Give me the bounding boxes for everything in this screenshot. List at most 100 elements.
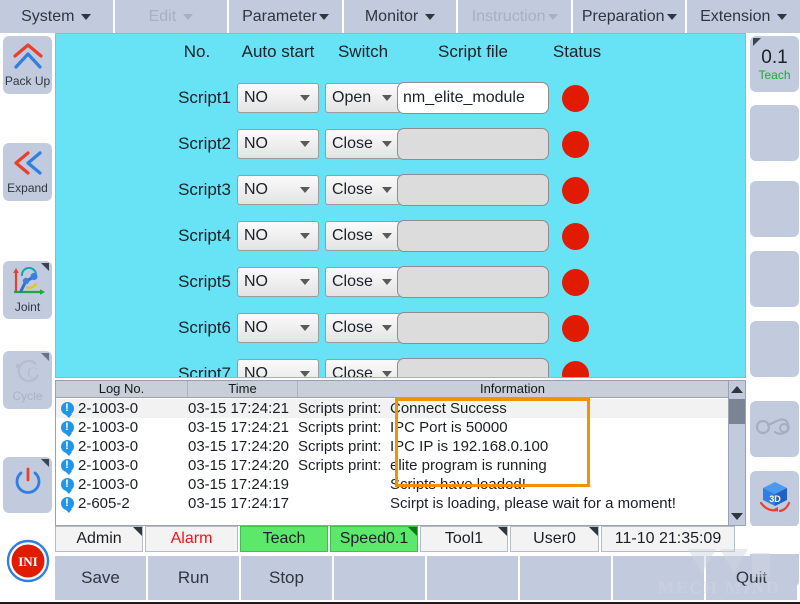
status-indicator-lamp — [562, 177, 589, 204]
chevron-down-icon — [81, 14, 91, 20]
auto-start-select[interactable]: NO — [237, 83, 319, 113]
log-cell-time: 03-15 17:24:21 — [188, 419, 298, 436]
sidebar-item-teach-speed[interactable]: 0.1 Teach — [750, 36, 799, 92]
switch-select[interactable]: Close — [325, 359, 401, 378]
auto-start-select[interactable]: NO — [237, 359, 319, 378]
chevron-down-icon — [667, 14, 677, 20]
3d-view-icon: 3D — [755, 479, 795, 520]
log-cell-time: 03-15 17:24:19 — [188, 476, 298, 493]
switch-select-value: Close — [332, 181, 382, 199]
sidebar-item-cycle[interactable]: C Cycle — [3, 351, 52, 409]
sidebar-item-right-5[interactable] — [750, 321, 799, 377]
log-row[interactable]: !2-1003-003-15 17:24:20Scripts print:eli… — [56, 456, 728, 475]
script-file-input[interactable] — [397, 312, 549, 344]
script-file-input[interactable] — [397, 266, 549, 298]
column-header-status: Status — [537, 42, 617, 62]
sidebar-item-label: Joint — [15, 301, 40, 314]
log-severity-cell: ! — [56, 402, 78, 415]
script-table-header: No. Auto start Switch Script file Status — [56, 42, 746, 72]
log-row[interactable]: !2-1003-003-15 17:24:19Scripts have load… — [56, 475, 728, 494]
menu-item-label: Monitor — [365, 8, 418, 26]
button-empty-4[interactable] — [427, 556, 518, 600]
script-file-input[interactable] — [397, 358, 549, 378]
auto-start-select[interactable]: NO — [237, 221, 319, 251]
sidebar-item-right-3[interactable] — [750, 181, 799, 237]
button-run[interactable]: Run — [148, 556, 239, 600]
scroll-down-icon[interactable] — [729, 508, 745, 525]
log-row[interactable]: !2-1003-003-15 17:24:21Scripts print:Con… — [56, 399, 728, 418]
switch-select[interactable]: Close — [325, 267, 401, 297]
status-cell-alarm[interactable]: Alarm — [145, 526, 238, 552]
log-scrollbar[interactable] — [728, 381, 745, 525]
expand-icon — [11, 150, 45, 181]
auto-start-select[interactable]: NO — [237, 267, 319, 297]
joint-robot-icon — [10, 267, 46, 300]
button-empty-6[interactable] — [613, 556, 704, 600]
sidebar-item-teach-pendant[interactable] — [750, 401, 799, 457]
sidebar-item-right-4[interactable] — [750, 251, 799, 307]
script-row: Script2NOClose — [56, 121, 746, 167]
log-row[interactable]: !2-605-203-15 17:24:17Scirpt is loading,… — [56, 494, 728, 513]
auto-start-select[interactable]: NO — [237, 175, 319, 205]
info-icon: ! — [61, 478, 74, 491]
log-cell-prefix: Scripts print: — [298, 400, 390, 417]
switch-select[interactable]: Close — [325, 221, 401, 251]
script-file-input[interactable] — [397, 220, 549, 252]
status-cell-admin[interactable]: Admin — [55, 526, 143, 552]
column-header-script-file: Script file — [397, 42, 549, 62]
button-stop[interactable]: Stop — [241, 556, 332, 600]
scroll-up-icon[interactable] — [729, 381, 745, 398]
status-cell-11-10-21-35-09[interactable]: 11-10 21:35:09 — [601, 526, 735, 552]
button-save[interactable]: Save — [55, 556, 146, 600]
chevron-down-icon — [183, 14, 193, 20]
status-cell-speed0-1[interactable]: Speed0.1 — [330, 526, 418, 552]
scrollbar-thumb[interactable] — [729, 399, 745, 424]
menu-item-preparation[interactable]: Preparation — [573, 0, 688, 33]
switch-select[interactable]: Open — [325, 83, 401, 113]
button-empty-5[interactable] — [520, 556, 611, 600]
script-row-number: Script4 — [163, 226, 231, 246]
sidebar-item-label: Cycle — [12, 390, 42, 403]
script-file-input[interactable] — [397, 128, 549, 160]
log-row[interactable]: !2-1003-003-15 17:24:20Scripts print:IPC… — [56, 437, 728, 456]
sidebar-item-joint[interactable]: Joint — [3, 261, 52, 319]
script-file-input[interactable] — [397, 174, 549, 206]
menu-item-system[interactable]: System — [0, 0, 115, 33]
sidebar-item-ini[interactable]: INI — [3, 538, 52, 588]
status-cell-teach[interactable]: Teach — [240, 526, 328, 552]
menu-item-monitor[interactable]: Monitor — [344, 0, 459, 33]
button-quit[interactable]: Quit — [706, 556, 797, 600]
cycle-icon: C — [11, 358, 45, 389]
corner-marker-icon — [408, 527, 417, 536]
log-table-header: Log No. Time Information — [56, 381, 728, 398]
corner-marker-icon — [753, 38, 761, 46]
log-row[interactable]: !2-1003-003-15 17:24:21Scripts print:IPC… — [56, 418, 728, 437]
sidebar-item-power[interactable] — [3, 457, 52, 513]
corner-marker-icon — [498, 527, 507, 536]
menu-item-extension[interactable]: Extension — [687, 0, 800, 33]
script-configuration-panel: No. Auto start Switch Script file Status… — [55, 33, 746, 378]
status-cell-label: Alarm — [171, 530, 213, 548]
sidebar-item-pack-up[interactable]: Pack Up — [3, 36, 52, 94]
auto-start-select[interactable]: NO — [237, 313, 319, 343]
left-sidebar: Pack Up Expand — [0, 33, 55, 604]
button-empty-3[interactable] — [334, 556, 425, 600]
status-cell-user0[interactable]: User0 — [510, 526, 599, 552]
status-cell-label: Admin — [76, 530, 121, 548]
sidebar-item-right-2[interactable] — [750, 105, 799, 161]
log-cell-info: IPC Port is 50000 — [390, 419, 728, 436]
teach-speed-value: 0.1 — [761, 47, 787, 68]
log-row-partial[interactable] — [56, 513, 728, 526]
chevron-down-icon — [382, 187, 392, 193]
status-cell-tool1[interactable]: Tool1 — [420, 526, 508, 552]
switch-select[interactable]: Close — [325, 129, 401, 159]
sidebar-item-expand[interactable]: Expand — [3, 143, 52, 201]
script-file-input[interactable]: nm_elite_module — [397, 82, 549, 114]
script-row: Script1NOOpennm_elite_module — [56, 75, 746, 121]
switch-select[interactable]: Close — [325, 313, 401, 343]
switch-select[interactable]: Close — [325, 175, 401, 205]
sidebar-item-3d-view[interactable]: 3D — [750, 471, 799, 527]
auto-start-select[interactable]: NO — [237, 129, 319, 159]
menu-item-parameter[interactable]: Parameter — [229, 0, 344, 33]
status-cell-label: User0 — [533, 530, 576, 548]
